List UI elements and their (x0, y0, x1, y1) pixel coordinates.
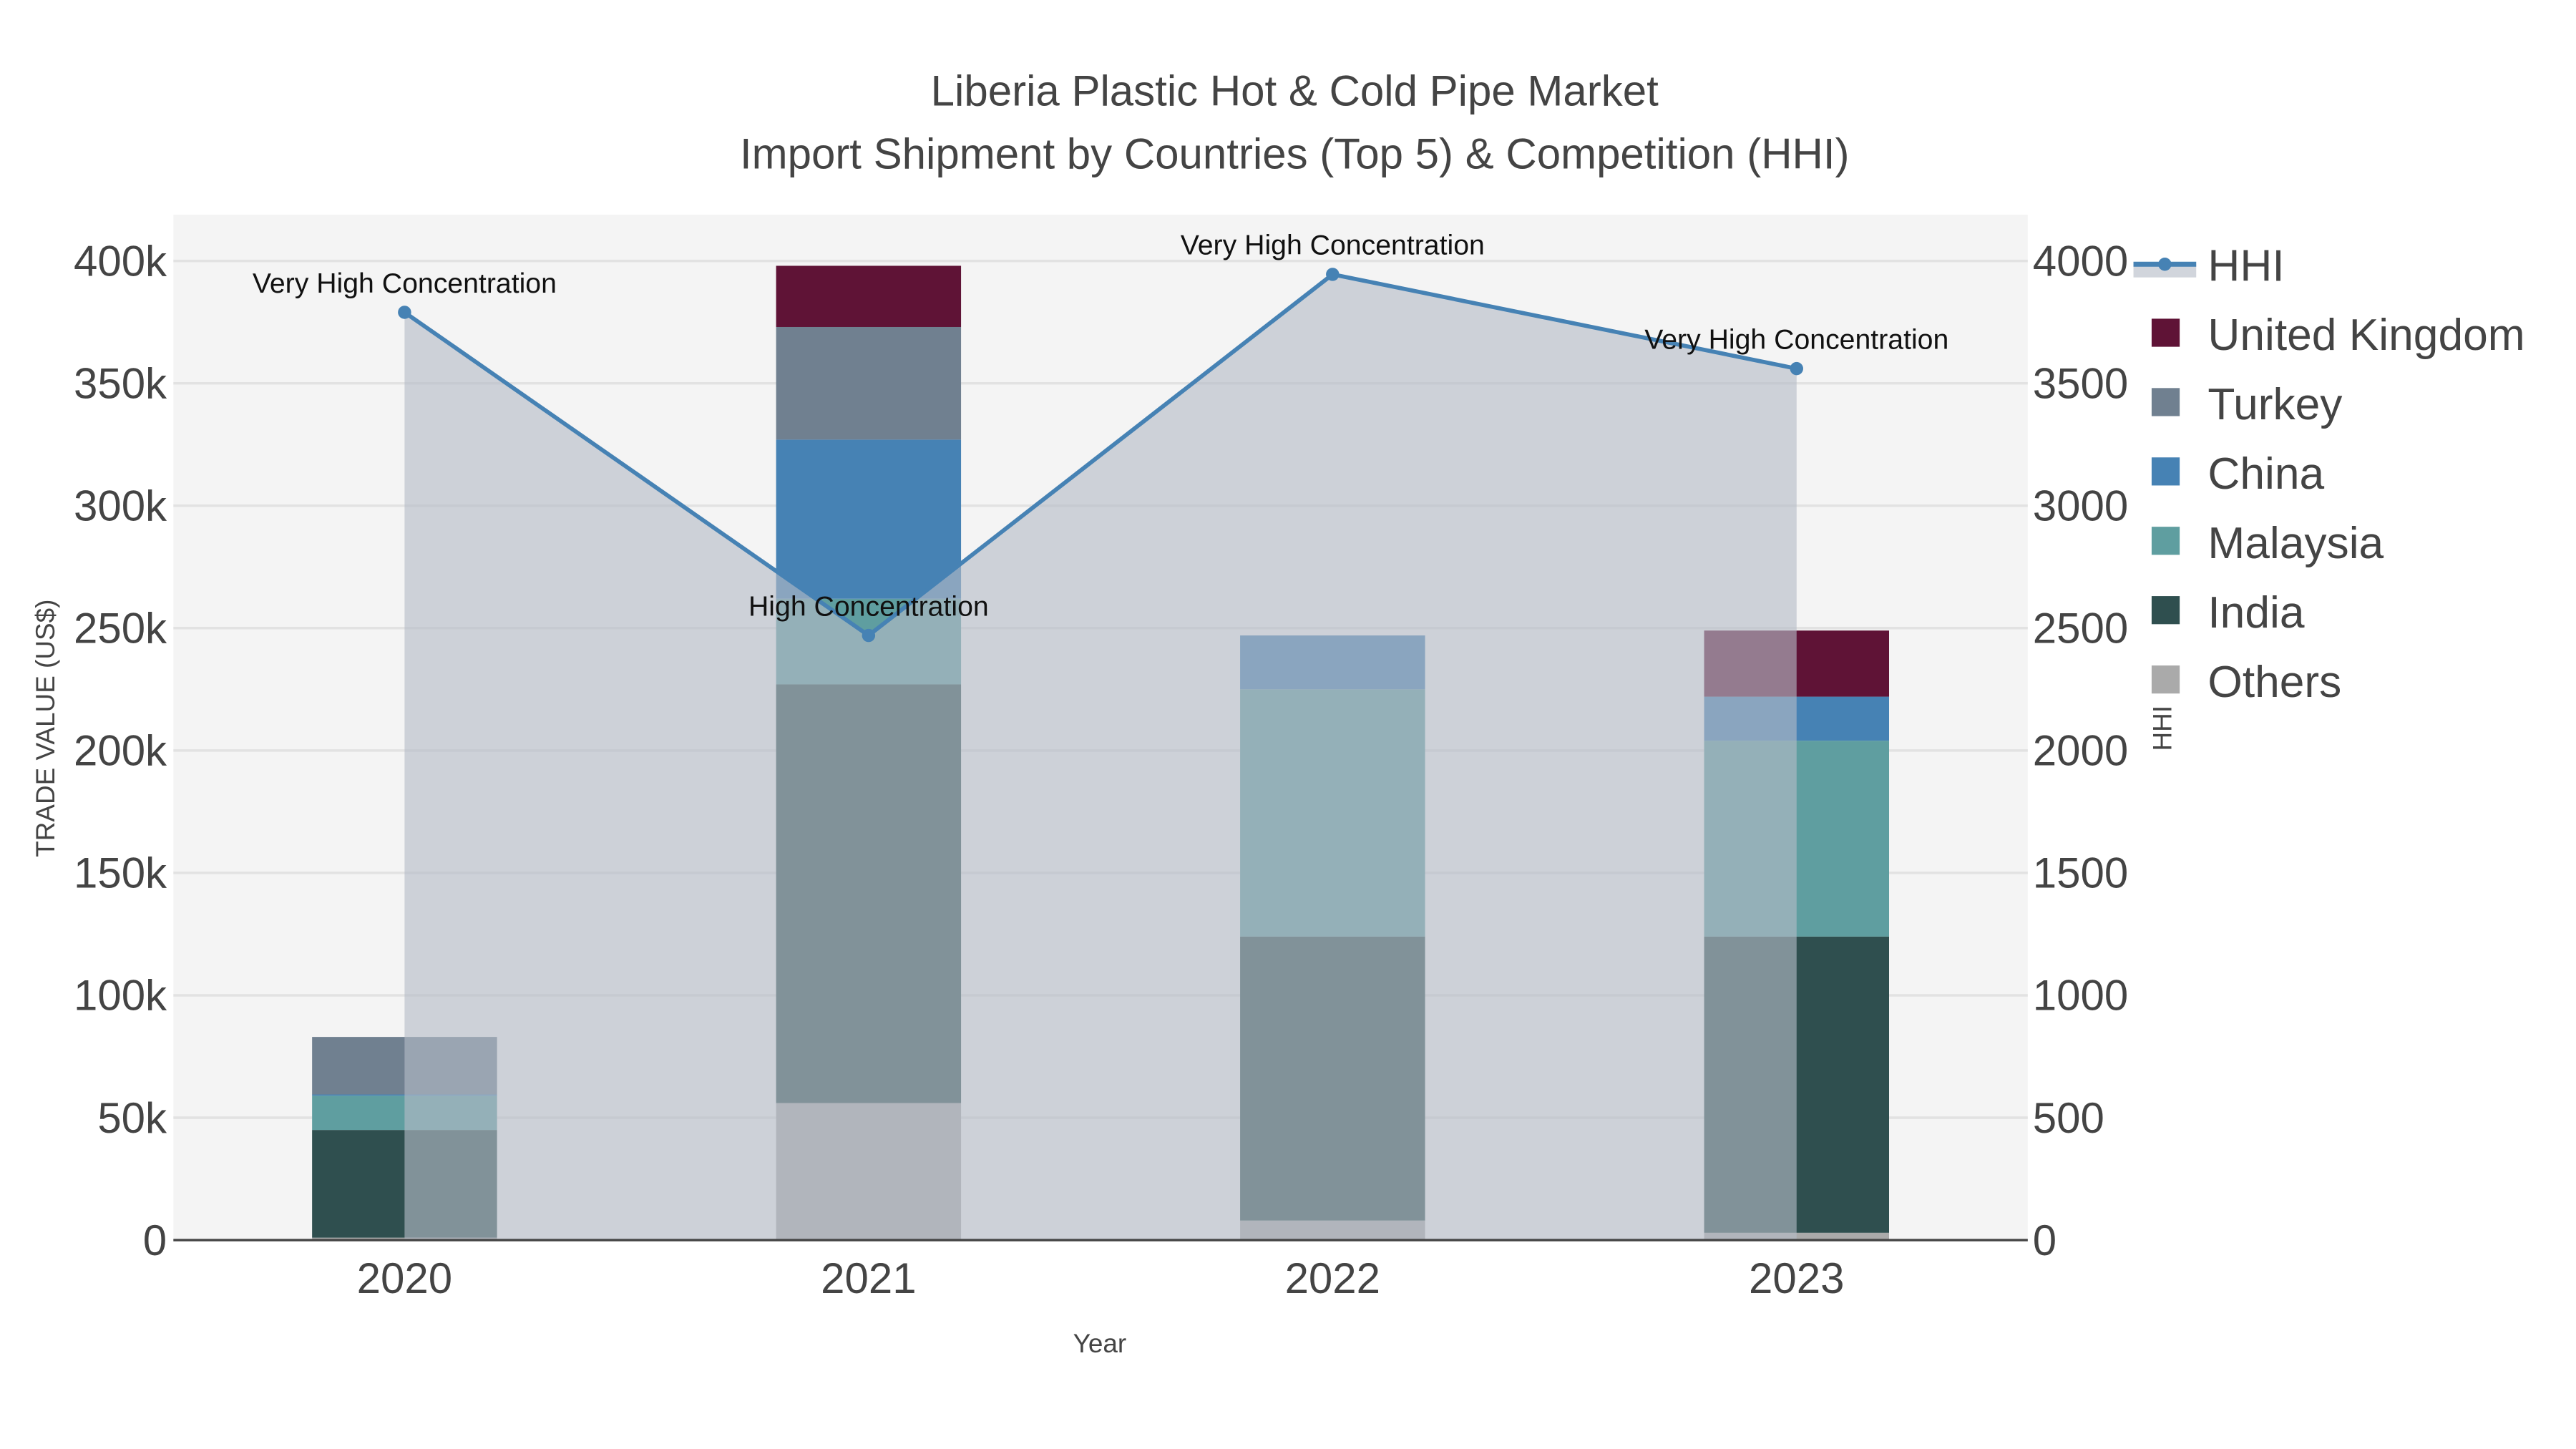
x-axis-ticks: 2020 2021 2022 2023 (357, 1254, 1845, 1302)
x-tick-label: 2020 (357, 1254, 452, 1302)
legend-swatch-china (2151, 457, 2180, 486)
legend-label: HHI (2207, 241, 2284, 291)
legend-label: China (2207, 449, 2324, 499)
legend-swatch-united-kingdom (2151, 318, 2180, 347)
y-axis-ticks: 0 50k 100k 150k 200k 250k 300k 350k 400k (74, 237, 167, 1264)
x-tick-label: 2023 (1749, 1254, 1844, 1302)
x-axis-title: Year (1073, 1329, 1127, 1358)
hhi-point (862, 628, 876, 643)
y-tick-label: 0 (143, 1216, 167, 1264)
y-tick-label: 200k (74, 727, 167, 775)
legend: HHI United Kingdom Turkey China Malaysia Indi… (2133, 241, 2525, 707)
x-tick-label: 2022 (1285, 1254, 1380, 1302)
bar-turkey (776, 326, 962, 440)
legend-swatch-malaysia (2151, 527, 2180, 555)
y2-tick-label: 3500 (2033, 359, 2128, 407)
legend-label: Turkey (2207, 380, 2343, 429)
hhi-point (1790, 361, 1803, 376)
y2-tick-label: 1000 (2033, 972, 2128, 1020)
chart-title: Liberia Plastic Hot & Cold Pipe Market (931, 67, 1659, 115)
legend-hhi-marker (2158, 258, 2172, 271)
y-tick-label: 350k (74, 359, 167, 407)
y2-tick-label: 4000 (2033, 237, 2128, 285)
hhi-annotation: Very High Concentration (1644, 323, 1948, 355)
y2-axis-ticks: 0 500 1000 1500 2000 2500 3000 3500 4000 (2033, 237, 2128, 1264)
y2-tick-label: 2000 (2033, 727, 2128, 775)
y-tick-label: 250k (74, 605, 167, 653)
y-axis-title: TRADE VALUE (US$) (31, 600, 60, 857)
hhi-annotation: Very High Concentration (1181, 230, 1485, 261)
y-tick-label: 300k (74, 482, 167, 530)
chart: Very High Concentration High Concentratio… (31, 67, 2525, 1358)
bar-united-kingdom (776, 265, 962, 327)
x-tick-label: 2021 (821, 1254, 916, 1302)
legend-swatch-others (2151, 665, 2180, 694)
y-tick-label: 100k (74, 972, 167, 1020)
hhi-annotation: Very High Concentration (253, 268, 557, 299)
hhi-point (398, 306, 411, 319)
legend-label: India (2207, 588, 2304, 638)
y2-axis-title: HHI (2148, 706, 2177, 751)
y-tick-label: 50k (97, 1094, 167, 1142)
hhi-annotation: High Concentration (748, 590, 989, 622)
legend-swatch-turkey (2151, 388, 2180, 416)
legend-label: Others (2207, 658, 2341, 707)
chart-subtitle: Import Shipment by Countries (Top 5) & C… (740, 130, 1850, 177)
y2-tick-label: 0 (2033, 1216, 2057, 1264)
y2-tick-label: 2500 (2033, 605, 2128, 653)
legend-swatch-india (2151, 596, 2180, 625)
legend-label: Malaysia (2207, 519, 2384, 568)
y2-tick-label: 1500 (2033, 849, 2128, 897)
hhi-point (1326, 268, 1340, 281)
y-tick-label: 400k (74, 237, 167, 285)
y2-tick-label: 500 (2033, 1094, 2104, 1142)
legend-label: United Kingdom (2207, 311, 2524, 360)
y2-tick-label: 3000 (2033, 482, 2128, 530)
bar-china (776, 439, 962, 599)
y-tick-label: 150k (74, 849, 167, 897)
